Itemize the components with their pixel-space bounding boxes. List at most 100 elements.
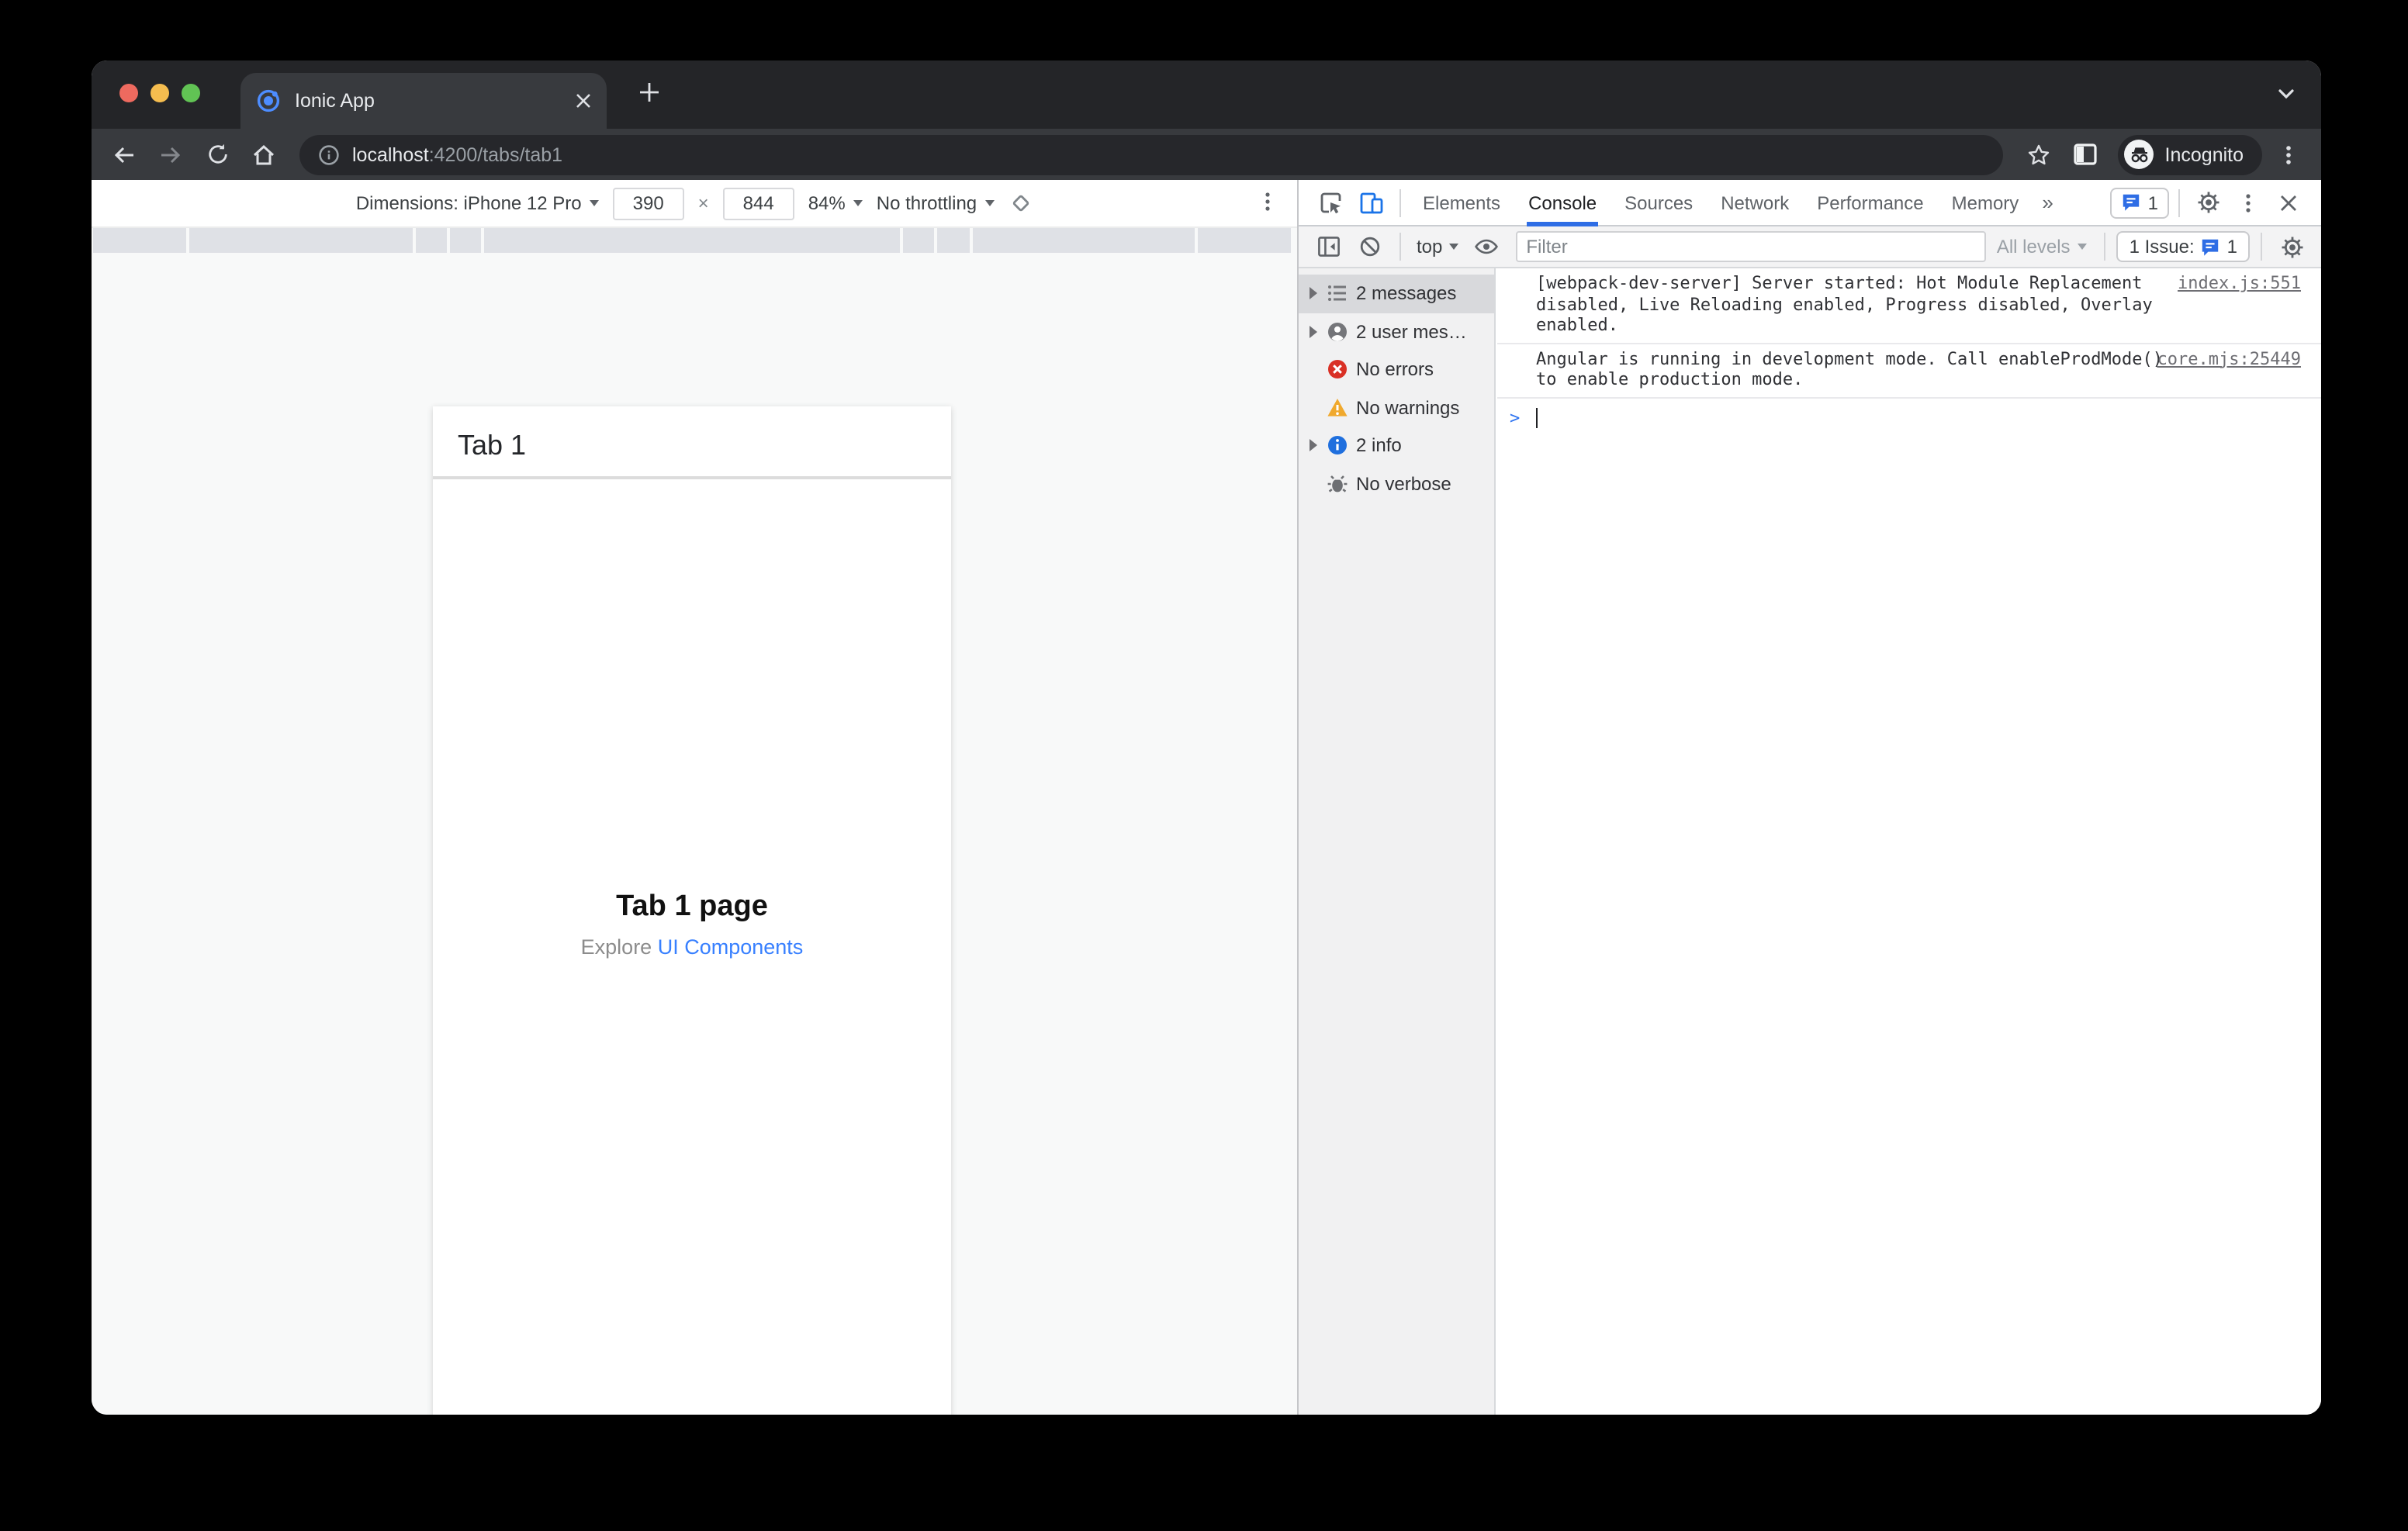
minimize-window-button[interactable] bbox=[150, 84, 169, 102]
inspect-element-icon[interactable] bbox=[1313, 184, 1350, 221]
devtools-toolbar-right: 1 bbox=[2110, 184, 2307, 221]
bug-icon bbox=[1327, 475, 1348, 492]
screen: Ionic App localhost:4200/tabs/tab1 Incog… bbox=[0, 0, 2408, 1531]
expand-triangle-icon[interactable] bbox=[1306, 439, 1319, 452]
address-bar[interactable]: localhost:4200/tabs/tab1 bbox=[299, 134, 2004, 175]
app-page-content: Tab 1 page Explore UI Components bbox=[433, 890, 951, 959]
reload-icon[interactable] bbox=[197, 134, 237, 175]
console-message-text: [webpack-dev-server] Server started: Hot… bbox=[1536, 273, 2153, 335]
chevron-down-icon bbox=[1448, 244, 1458, 250]
url-text: localhost:4200/tabs/tab1 bbox=[352, 143, 563, 165]
chevron-down-icon bbox=[2078, 244, 2088, 250]
page-subtitle: Explore UI Components bbox=[580, 935, 804, 959]
console-message-row[interactable]: Angular is running in development mode. … bbox=[1497, 344, 2321, 398]
sidebar-item-user-messages[interactable]: 2 user mes… bbox=[1299, 313, 1494, 351]
divider bbox=[1399, 188, 1401, 216]
console-toolbar: top All levels 1 Issue: 1 bbox=[1299, 226, 2321, 268]
device-toolbar: Dimensions: iPhone 12 Pro 390 × 844 84% … bbox=[92, 180, 1297, 228]
divider bbox=[2261, 233, 2262, 261]
console-sidebar: 2 messages 2 user mes… No errors No warn… bbox=[1299, 268, 1496, 1415]
chevron-down-icon bbox=[853, 200, 863, 206]
sidebar-item-errors[interactable]: No errors bbox=[1299, 351, 1494, 389]
browser-tab-strip: Ionic App bbox=[92, 60, 2321, 129]
device-width-input[interactable]: 390 bbox=[612, 187, 684, 219]
live-expression-eye-icon[interactable] bbox=[1467, 228, 1504, 265]
close-window-button[interactable] bbox=[119, 84, 138, 102]
console-messages: [webpack-dev-server] Server started: Hot… bbox=[1497, 268, 2321, 1415]
speech-bubble-icon bbox=[2202, 238, 2219, 255]
media-query-ruler[interactable] bbox=[93, 228, 1291, 253]
tab-title: Ionic App bbox=[295, 90, 375, 112]
expand-triangle-icon[interactable] bbox=[1306, 287, 1319, 300]
sidebar-item-messages[interactable]: 2 messages bbox=[1299, 275, 1494, 313]
device-toolbar-menu-kebab-icon[interactable] bbox=[1257, 191, 1278, 213]
settings-gear-icon[interactable] bbox=[2189, 184, 2226, 221]
tab-search-chevron-icon[interactable] bbox=[2276, 84, 2296, 104]
rotate-device-icon[interactable] bbox=[1008, 191, 1033, 216]
close-tab-icon[interactable] bbox=[576, 93, 591, 109]
zoom-select-dropdown[interactable]: 84% bbox=[808, 192, 863, 214]
incognito-label: Incognito bbox=[2164, 143, 2244, 165]
new-tab-button[interactable] bbox=[638, 81, 661, 104]
incognito-spy-icon bbox=[2124, 140, 2154, 169]
browser-toolbar: localhost:4200/tabs/tab1 Incognito bbox=[92, 129, 2321, 180]
devtools-tab-performance[interactable]: Performance bbox=[1804, 179, 1936, 226]
emulated-device-viewport: Tab 1 Tab 1 page Explore UI Components T… bbox=[433, 406, 951, 1415]
chevron-down-icon bbox=[984, 200, 995, 206]
user-icon bbox=[1328, 322, 1347, 341]
devtools-tab-console[interactable]: Console bbox=[1516, 179, 1609, 226]
devtools-panel: Elements Console Sources Network Perform… bbox=[1297, 180, 2321, 1415]
home-icon[interactable] bbox=[244, 134, 284, 175]
more-tabs-button[interactable]: » bbox=[2034, 191, 2060, 214]
ui-components-link[interactable]: UI Components bbox=[658, 935, 804, 959]
divider bbox=[1399, 233, 1401, 261]
bookmark-star-icon[interactable] bbox=[2019, 134, 2060, 175]
speech-bubble-icon bbox=[2123, 194, 2140, 211]
prompt-chevron-icon: > bbox=[1510, 407, 1521, 427]
forward-icon[interactable] bbox=[150, 134, 191, 175]
expand-triangle-icon[interactable] bbox=[1306, 325, 1319, 338]
issues-button[interactable]: 1 Issue: 1 bbox=[2116, 231, 2250, 262]
console-message-text: Angular is running in development mode. … bbox=[1536, 348, 2163, 389]
console-prompt[interactable]: > bbox=[1497, 398, 2321, 434]
toggle-console-sidebar-icon[interactable] bbox=[1310, 228, 1347, 265]
close-devtools-icon[interactable] bbox=[2270, 184, 2307, 221]
devtools-tab-sources[interactable]: Sources bbox=[1612, 179, 1705, 226]
console-messages-badge[interactable]: 1 bbox=[2110, 187, 2169, 218]
console-settings-gear-icon[interactable] bbox=[2273, 228, 2310, 265]
console-context-dropdown[interactable]: top bbox=[1412, 236, 1462, 257]
device-select-dropdown[interactable]: Dimensions: iPhone 12 Pro bbox=[356, 192, 599, 214]
devtools-tab-network[interactable]: Network bbox=[1708, 179, 1801, 226]
toggle-device-toolbar-icon[interactable] bbox=[1353, 184, 1390, 221]
devtools-tab-memory[interactable]: Memory bbox=[1939, 179, 2032, 226]
browser-menu-kebab-icon[interactable] bbox=[2268, 134, 2309, 175]
zoom-window-button[interactable] bbox=[182, 84, 200, 102]
device-height-input[interactable]: 844 bbox=[722, 187, 794, 219]
text-cursor bbox=[1535, 408, 1538, 428]
error-icon bbox=[1328, 360, 1347, 379]
sidebar-item-warnings[interactable]: No warnings bbox=[1299, 389, 1494, 427]
side-panel-icon[interactable] bbox=[2066, 134, 2106, 175]
back-icon[interactable] bbox=[104, 134, 144, 175]
console-filter-input[interactable] bbox=[1515, 231, 1986, 262]
sidebar-item-info[interactable]: 2 info bbox=[1299, 427, 1494, 465]
source-link[interactable]: core.mjs:25449 bbox=[2157, 348, 2301, 369]
chevron-down-icon bbox=[589, 200, 599, 206]
device-emulation-pane: Dimensions: iPhone 12 Pro 390 × 844 84% … bbox=[92, 180, 1297, 1415]
divider bbox=[2178, 188, 2180, 216]
app-header: Tab 1 bbox=[433, 406, 951, 479]
devtools-tab-elements[interactable]: Elements bbox=[1410, 179, 1513, 226]
source-link[interactable]: index.js:551 bbox=[2178, 273, 2301, 294]
incognito-badge[interactable]: Incognito bbox=[2118, 134, 2262, 175]
devtools-menu-kebab-icon[interactable] bbox=[2230, 184, 2267, 221]
clear-console-icon[interactable] bbox=[1351, 228, 1389, 265]
list-icon bbox=[1328, 285, 1346, 302]
browser-tab-ionic-app[interactable]: Ionic App bbox=[240, 73, 607, 129]
log-levels-dropdown[interactable]: All levels bbox=[1991, 236, 2094, 257]
url-path: :4200/tabs/tab1 bbox=[428, 143, 563, 165]
console-message-row[interactable]: [webpack-dev-server] Server started: Hot… bbox=[1497, 268, 2321, 344]
ionic-favicon-icon bbox=[256, 88, 281, 113]
site-info-icon[interactable] bbox=[318, 143, 340, 165]
throttling-select-dropdown[interactable]: No throttling bbox=[877, 192, 995, 214]
sidebar-item-verbose[interactable]: No verbose bbox=[1299, 465, 1494, 503]
